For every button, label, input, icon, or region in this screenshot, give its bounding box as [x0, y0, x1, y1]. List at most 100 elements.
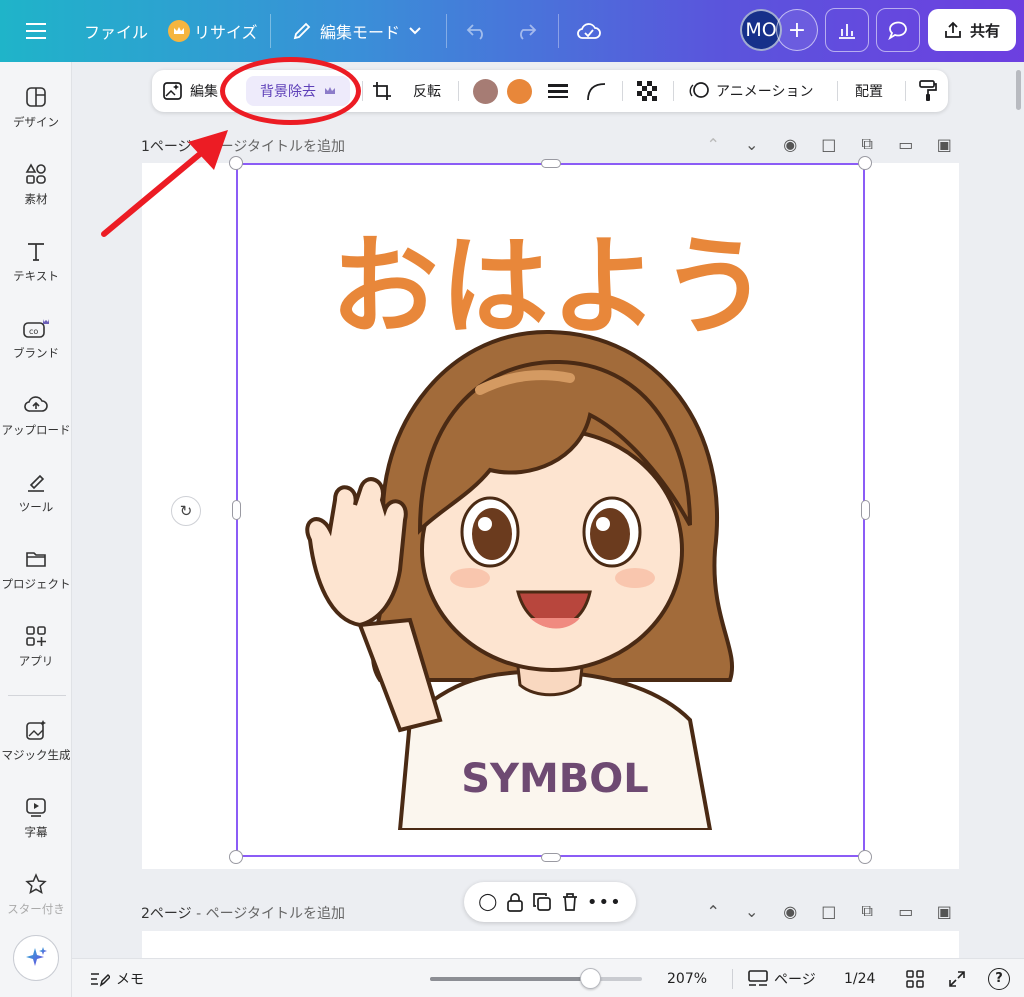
duplicate-icon[interactable]	[532, 892, 552, 912]
add-page-icon[interactable]: ▣	[925, 902, 964, 921]
help-button[interactable]: ?	[988, 959, 1010, 997]
hide-icon[interactable]: ◉	[771, 902, 810, 921]
share-button[interactable]: 共有	[928, 9, 1016, 51]
help-icon: ?	[988, 967, 1010, 990]
page-2-title[interactable]: 2ページ - ページタイトルを追加	[141, 903, 345, 923]
lock-icon[interactable]: □	[810, 902, 849, 921]
border-style-button[interactable]	[548, 70, 568, 112]
notes-label: メモ	[116, 971, 144, 988]
cloud-save-status[interactable]	[576, 0, 602, 62]
sidebar-label: スター付き	[7, 902, 65, 916]
chevron-up-icon[interactable]: ⌃	[694, 135, 733, 154]
upload-icon	[24, 396, 48, 412]
duplicate-icon[interactable]: ⧉	[848, 901, 887, 921]
sidebar-item-projects[interactable]: プロジェクト	[0, 548, 72, 592]
file-menu[interactable]: ファイル	[84, 0, 148, 62]
fullscreen-button[interactable]	[948, 959, 966, 997]
comment-button[interactable]	[876, 8, 920, 52]
insights-button[interactable]	[825, 8, 869, 52]
hide-icon[interactable]: ◉	[771, 135, 810, 154]
magic-assistant-button[interactable]	[13, 935, 59, 981]
sidebar-label: アプリ	[18, 654, 54, 668]
pencil-icon	[293, 22, 311, 40]
animate-button[interactable]: アニメーション	[688, 70, 813, 112]
comment-icon	[888, 21, 907, 40]
image-edit-icon	[163, 82, 182, 100]
crop-button[interactable]	[372, 70, 392, 112]
resize-handle-bottom[interactable]	[541, 853, 561, 862]
sidebar-item-magic-media[interactable]: マジック生成	[0, 719, 72, 763]
corner-rounding-button[interactable]	[586, 70, 606, 112]
expand-icon	[949, 970, 965, 987]
trash-icon[interactable]: ▭	[887, 902, 926, 921]
plus-icon: +	[787, 17, 807, 43]
sidebar-item-apps[interactable]: アプリ	[0, 625, 72, 669]
canvas-scrollbar[interactable]	[1016, 70, 1021, 110]
chevron-down-icon[interactable]: ⌄	[733, 135, 772, 154]
menu-button[interactable]	[26, 0, 46, 62]
sidebar-item-tools[interactable]: ツール	[0, 471, 72, 515]
flip-button[interactable]: 反転	[413, 70, 441, 112]
position-button[interactable]: 配置	[855, 70, 883, 112]
resize-handle-right[interactable]	[861, 500, 870, 520]
sidebar-item-elements[interactable]: 素材	[0, 163, 72, 207]
transparency-button[interactable]	[637, 70, 657, 112]
resize-handle-top[interactable]	[541, 159, 561, 168]
resize-handle-top-right[interactable]	[858, 156, 872, 170]
sidebar-item-design[interactable]: デザイン	[0, 86, 72, 130]
invite-button[interactable]: +	[776, 9, 818, 51]
copy-style-button[interactable]	[918, 70, 938, 112]
edit-mode-dropdown[interactable]: 編集モード	[292, 0, 422, 62]
color-swatch-mauve[interactable]	[473, 79, 498, 104]
page-count-label: 1/24	[844, 970, 876, 987]
rotate-handle[interactable]: ↻	[171, 496, 201, 526]
duplicate-icon[interactable]: ⧉	[848, 134, 887, 154]
divider	[270, 14, 271, 48]
more-icon[interactable]: •••	[587, 892, 622, 913]
trash-icon[interactable]	[561, 892, 579, 912]
elements-icon	[25, 163, 46, 184]
resize-handle-left[interactable]	[232, 500, 241, 520]
help-label: ?	[995, 971, 1003, 986]
sidebar-item-brand[interactable]: co ブランド	[0, 317, 72, 361]
tools-icon	[28, 474, 45, 492]
grid-view-button[interactable]	[906, 959, 924, 997]
flip-label: 反転	[413, 84, 441, 100]
add-page-icon[interactable]: ▣	[925, 135, 964, 154]
lock-icon[interactable]	[506, 892, 524, 912]
sidebar-item-text[interactable]: テキスト	[0, 240, 72, 284]
sidebar-item-starred[interactable]: スター付き	[0, 873, 72, 917]
page-1-tools: ⌃ ⌄ ◉ □ ⧉ ▭ ▣	[694, 134, 964, 154]
chevron-up-icon[interactable]: ⌃	[694, 902, 733, 921]
zoom-level[interactable]: 207%	[667, 959, 707, 997]
trash-icon[interactable]: ▭	[887, 135, 926, 154]
left-sidebar: デザイン 素材 テキスト co ブランド アップロード ツール プロジェクト ア…	[0, 62, 72, 997]
divider	[458, 81, 459, 101]
divider	[622, 81, 623, 101]
resize-handle-bottom-right[interactable]	[858, 850, 872, 864]
folder-icon	[26, 552, 46, 567]
animation-label: アニメーション	[716, 84, 814, 100]
color-swatch-orange[interactable]	[507, 79, 532, 104]
chevron-down-icon[interactable]: ⌄	[733, 902, 772, 921]
resize-handle-bottom-left[interactable]	[229, 850, 243, 864]
notes-button[interactable]: メモ	[90, 959, 144, 997]
page-counter[interactable]: 1/24	[844, 959, 875, 997]
page-2-canvas[interactable]	[142, 931, 959, 961]
selection-frame[interactable]	[236, 163, 865, 857]
sidebar-label: プロジェクト	[1, 577, 71, 591]
pages-button[interactable]: ページ	[748, 959, 816, 997]
undo-button[interactable]	[466, 0, 488, 62]
resize-button[interactable]: リサイズ	[168, 0, 258, 62]
comment-add-icon[interactable]: ◯	[478, 892, 497, 912]
edit-image-button[interactable]: 編集	[162, 70, 218, 112]
sidebar-item-captions[interactable]: 字幕	[0, 796, 72, 840]
lock-icon[interactable]: □	[810, 135, 849, 154]
text-icon	[28, 243, 44, 261]
chevron-down-icon	[409, 27, 421, 35]
redo-button[interactable]	[515, 0, 537, 62]
notes-icon	[91, 972, 110, 987]
sidebar-item-upload[interactable]: アップロード	[0, 394, 72, 438]
zoom-slider-handle[interactable]	[580, 968, 601, 989]
redo-icon	[520, 24, 537, 40]
